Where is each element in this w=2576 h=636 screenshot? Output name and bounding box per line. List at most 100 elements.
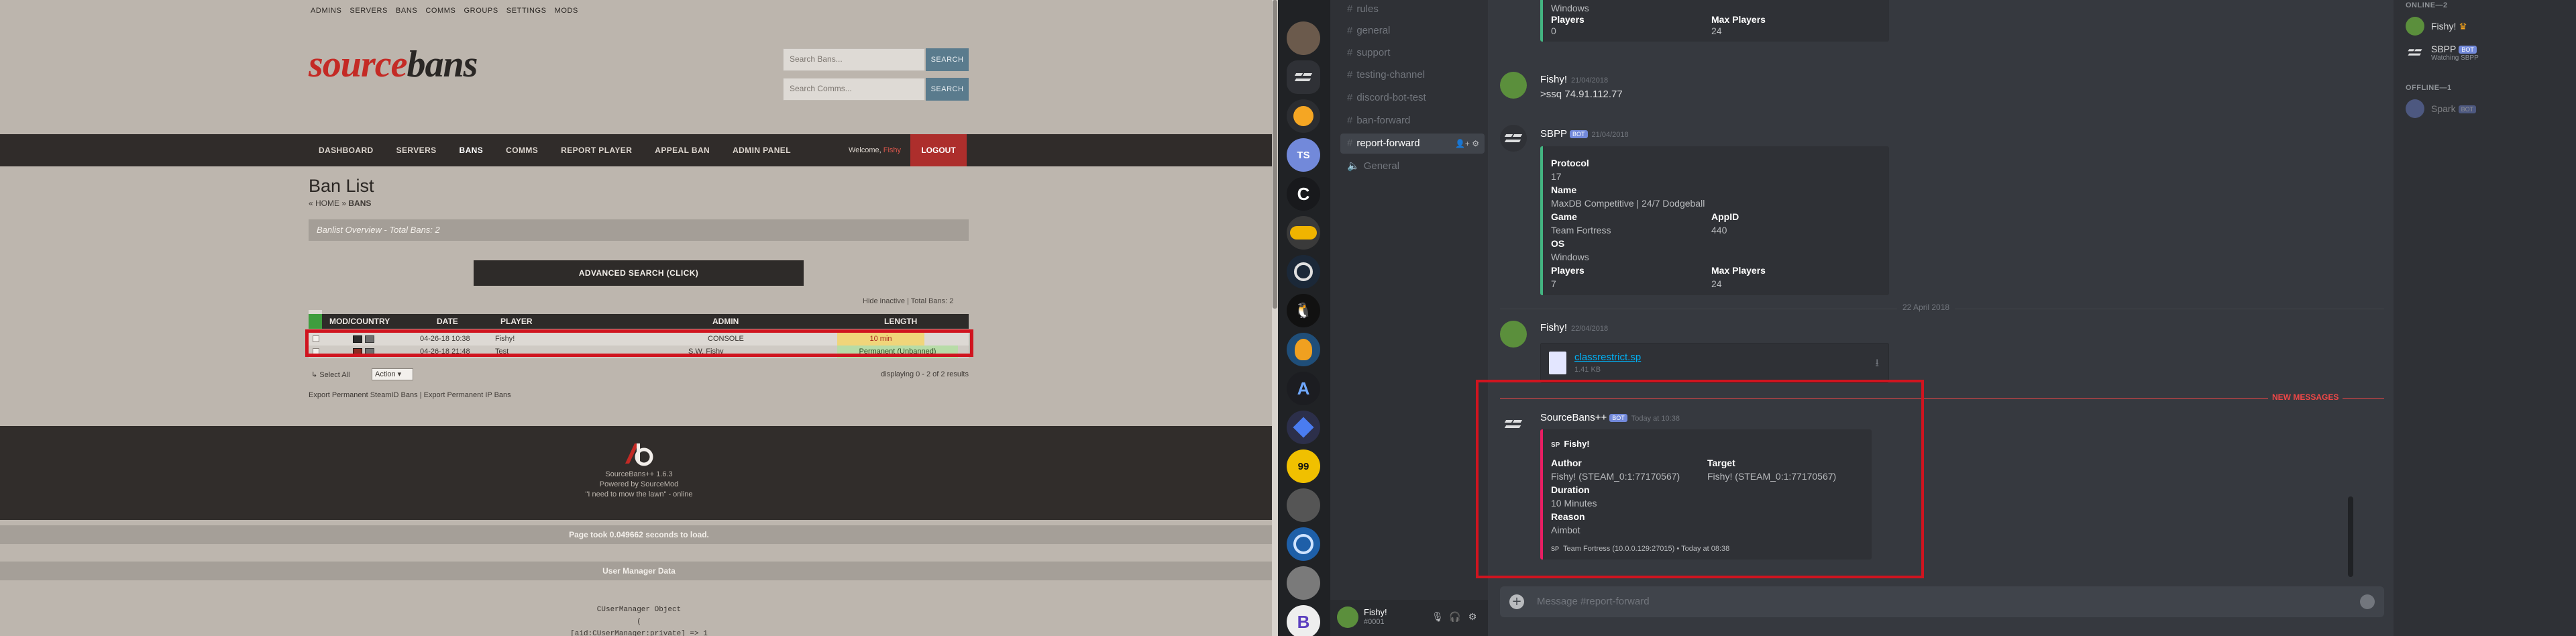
avatar[interactable]	[1500, 321, 1527, 348]
nav-admin-panel[interactable]: ADMIN PANEL	[733, 146, 791, 155]
member-spark[interactable]: Spark BOT	[2406, 97, 2477, 120]
avatar[interactable]	[1500, 125, 1527, 152]
file-name[interactable]: classrestrict.sp	[1574, 352, 1641, 363]
dump-line: [aid:CUserManager:private] => 1	[570, 630, 708, 636]
server-icon[interactable]	[1287, 21, 1320, 55]
server-icon[interactable]	[1287, 527, 1320, 561]
message-input[interactable]: + Message #report-forward	[1500, 586, 2384, 617]
member-fishy[interactable]: Fishy! ♛	[2406, 15, 2467, 38]
author-name: Fishy!	[1540, 74, 1568, 85]
nav-report-player[interactable]: REPORT PLAYER	[561, 146, 632, 155]
server-list: TS C 🐧 A 99 B	[1278, 0, 1330, 636]
server-icon[interactable]	[1287, 411, 1320, 444]
top-link-comms[interactable]: COMMS	[425, 7, 455, 15]
server-icon[interactable]	[1287, 333, 1320, 366]
embed-value: MaxDB Competitive | 24/7 Dodgeball	[1551, 198, 1705, 209]
embed-field-title: Max Players	[1711, 265, 1766, 276]
member-sbpp[interactable]: SBPP BOT Watching SBPP	[2406, 41, 2479, 64]
nav-appeal-ban[interactable]: APPEAL BAN	[655, 146, 710, 155]
emoji-icon[interactable]	[2360, 594, 2375, 609]
channel-rules[interactable]: # rules	[1340, 0, 1485, 19]
invite-settings-icons[interactable]: 👤+ ⚙	[1455, 134, 1479, 154]
top-link-settings[interactable]: SETTINGS	[506, 7, 547, 15]
server-icon-sbpp[interactable]	[1287, 60, 1320, 94]
avatar[interactable]	[1337, 606, 1358, 628]
scrollbar-thumb[interactable]	[1273, 0, 1277, 309]
channel-testing[interactable]: # testing-channel	[1340, 65, 1485, 85]
server-icon[interactable]	[1287, 99, 1320, 133]
top-link-admins[interactable]: ADMINS	[311, 7, 341, 15]
avatar	[2406, 17, 2424, 36]
footer-powered[interactable]: Powered by SourceMod	[0, 480, 1278, 488]
sourcebans-window: ADMINS SERVERS BANS COMMS GROUPS SETTING…	[0, 0, 1278, 636]
file-attachment[interactable]: classrestrict.sp 1.41 KB ⭳	[1540, 343, 1889, 383]
server-icon[interactable]: C	[1287, 177, 1320, 211]
avatar[interactable]	[1500, 72, 1527, 99]
col-admin[interactable]: ADMIN	[712, 317, 739, 326]
voice-channel-general[interactable]: 🔈 General	[1340, 156, 1485, 176]
col-length[interactable]: LENGTH	[884, 317, 917, 326]
server-icon[interactable]	[1287, 566, 1320, 600]
select-all-link[interactable]: ↳ Select All	[311, 370, 350, 379]
logout-button[interactable]: LOGOUT	[910, 134, 967, 166]
message-author[interactable]: Fishy! 22/04/2018	[1540, 322, 1608, 333]
channel-list: # rules # general # support # testing-channe…	[1330, 0, 1488, 636]
channel-report-forward[interactable]: # report-forward 👤+ ⚙	[1340, 134, 1485, 154]
chat-scrollbar[interactable]	[2348, 496, 2353, 577]
breadcrumb-home[interactable]: « HOME »	[309, 199, 346, 208]
channel-support[interactable]: # support	[1340, 43, 1485, 63]
nav-comms[interactable]: COMMS	[506, 146, 538, 155]
member-list: ONLINE—2 Fishy! ♛ SBPP BOT Watching SBPP O…	[2394, 0, 2576, 636]
channel-discord-bot-test[interactable]: # discord-bot-test	[1340, 88, 1485, 108]
hash-icon: #	[1347, 138, 1353, 149]
nav-bans[interactable]: BANS	[460, 146, 484, 155]
nav-servers[interactable]: SERVERS	[396, 146, 437, 155]
hide-inactive-link[interactable]: Hide inactive | Total Bans: 2	[863, 297, 953, 305]
search-bans-input[interactable]: Search Bans...	[783, 48, 925, 71]
headphones-icon[interactable]: 🎧	[1448, 611, 1462, 624]
message-timestamp: 21/04/2018	[1571, 76, 1609, 85]
hash-icon: #	[1347, 3, 1353, 15]
steam-icon[interactable]	[1287, 255, 1320, 288]
col-mod-country[interactable]: MOD/COUNTRY	[329, 317, 390, 326]
embed-server-info-partial: Windows Players 0 Max Players 24	[1540, 0, 1889, 42]
embed-value: Team Fortress	[1551, 225, 1611, 235]
server-icon-b[interactable]: B	[1287, 605, 1320, 636]
nav-dashboard[interactable]: DASHBOARD	[319, 146, 374, 155]
server-icon-ts[interactable]: TS	[1287, 138, 1320, 172]
sourcebans-footer-logo	[625, 443, 653, 466]
action-select[interactable]: Action ▾	[372, 368, 413, 380]
gear-icon[interactable]: ⚙	[1466, 611, 1479, 624]
col-player[interactable]: PLAYER	[500, 317, 533, 326]
top-link-groups[interactable]: GROUPS	[464, 7, 498, 15]
channel-general[interactable]: # general	[1340, 21, 1485, 41]
member-status: Watching SBPP	[2431, 54, 2479, 62]
export-links[interactable]: Export Permanent SteamID Bans | Export P…	[309, 391, 511, 399]
sourcebans-logo[interactable]: sourcebans	[309, 46, 478, 83]
search-bans-button[interactable]: SEARCH	[926, 48, 969, 71]
download-icon[interactable]: ⭳	[1875, 356, 1879, 374]
top-link-servers[interactable]: SERVERS	[350, 7, 388, 15]
linux-icon[interactable]: 🐧	[1287, 294, 1320, 327]
message-author[interactable]: SBPP BOT 21/04/2018	[1540, 128, 1629, 140]
server-icon[interactable]	[1287, 488, 1320, 522]
sb-header: ADMINS SERVERS BANS COMMS GROUPS SETTING…	[0, 0, 1278, 134]
server-icon[interactable]: A	[1287, 372, 1320, 405]
top-link-mods[interactable]: MODS	[555, 7, 578, 15]
top-link-bans[interactable]: BANS	[396, 7, 417, 15]
online-header: ONLINE—2	[2406, 1, 2448, 9]
microphone-icon[interactable]: 🎙	[1431, 611, 1444, 624]
col-date[interactable]: DATE	[437, 317, 458, 326]
server-icon[interactable]	[1287, 216, 1320, 250]
message-author[interactable]: Fishy! 21/04/2018	[1540, 74, 1608, 85]
search-comms-button[interactable]: SEARCH	[926, 78, 969, 101]
upload-plus-icon[interactable]: +	[1509, 594, 1524, 609]
advanced-search-button[interactable]: ADVANCED SEARCH (CLICK)	[474, 260, 804, 286]
search-comms-input[interactable]: Search Comms...	[783, 78, 925, 101]
chevron-down-icon: ▾	[397, 370, 402, 378]
message-input-placeholder: Message #report-forward	[1537, 596, 1650, 607]
server-icon-99[interactable]: 99	[1287, 449, 1320, 483]
channel-ban-forward[interactable]: # ban-forward	[1340, 111, 1485, 131]
welcome-username[interactable]: Fishy	[883, 146, 901, 154]
message-timestamp: 22/04/2018	[1571, 325, 1609, 333]
